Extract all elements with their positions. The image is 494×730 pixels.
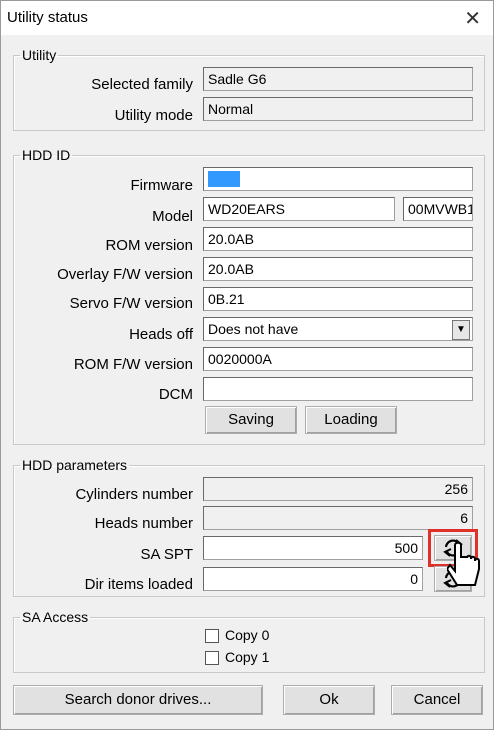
sa-spt-label: SA SPT	[140, 546, 193, 563]
overlay-fw-label: Overlay F/W version	[57, 266, 193, 283]
heads-number-label: Heads number	[94, 515, 193, 532]
copy0-label: Copy 0	[225, 627, 270, 643]
cylinders-label: Cylinders number	[75, 486, 193, 503]
model-label: Model	[152, 208, 193, 225]
heads-off-value: Does not have	[208, 321, 299, 337]
ok-button[interactable]: Ok	[283, 685, 375, 715]
dcm-label: DCM	[158, 386, 193, 403]
dir-items-field[interactable]: 0	[203, 567, 423, 591]
dir-items-label: Dir items loaded	[84, 576, 193, 593]
selected-family-field: Sadle G6	[203, 67, 473, 91]
servo-fw-field[interactable]: 0B.21	[203, 287, 473, 311]
search-donor-drives-button[interactable]: Search donor drives...	[13, 685, 263, 715]
loading-button[interactable]: Loading	[305, 406, 397, 434]
copy0-checkbox[interactable]	[205, 629, 219, 643]
cylinders-field: 256	[203, 477, 473, 501]
rom-fw-label: ROM F/W version	[73, 356, 193, 373]
sa-access-legend: SA Access	[22, 609, 89, 625]
firmware-label: Firmware	[130, 177, 194, 194]
utility-mode-field: Normal	[203, 97, 473, 121]
firmware-field[interactable]	[203, 167, 473, 191]
model-field[interactable]: WD20EARS	[203, 197, 395, 221]
heads-off-select[interactable]: Does not have ▼	[203, 317, 473, 341]
servo-fw-label: Servo F/W version	[69, 295, 193, 312]
heads-number-field: 6	[203, 506, 473, 530]
mouse-cursor-icon	[447, 541, 480, 586]
sa-spt-field[interactable]: 500	[203, 536, 423, 560]
utility-mode-label: Utility mode	[114, 107, 193, 124]
rom-version-field[interactable]: 20.0AB	[203, 227, 473, 251]
selected-family-label: Selected family	[91, 76, 193, 93]
hdd-id-legend: HDD ID	[22, 147, 71, 163]
chevron-down-icon[interactable]: ▼	[452, 320, 470, 340]
close-icon[interactable]: ✕	[464, 6, 481, 31]
rom-fw-field[interactable]: 0020000A	[203, 347, 473, 371]
utility-status-window: Utility status ✕ Utility Selected family…	[0, 0, 494, 730]
saving-button[interactable]: Saving	[205, 406, 297, 434]
rom-version-label: ROM version	[105, 237, 193, 254]
utility-legend: Utility	[22, 47, 57, 63]
hdd-parameters-legend: HDD parameters	[22, 457, 128, 473]
cancel-button[interactable]: Cancel	[391, 685, 483, 715]
copy1-label: Copy 1	[225, 649, 270, 665]
heads-off-label: Heads off	[129, 326, 193, 343]
firmware-selection	[208, 171, 240, 187]
window-title: Utility status	[7, 9, 88, 26]
overlay-fw-field[interactable]: 20.0AB	[203, 257, 473, 281]
model-field-2[interactable]: 00MVWB1	[403, 197, 473, 221]
copy1-checkbox[interactable]	[205, 651, 219, 665]
dcm-field[interactable]	[203, 377, 473, 401]
title-bar: Utility status ✕	[1, 1, 493, 35]
